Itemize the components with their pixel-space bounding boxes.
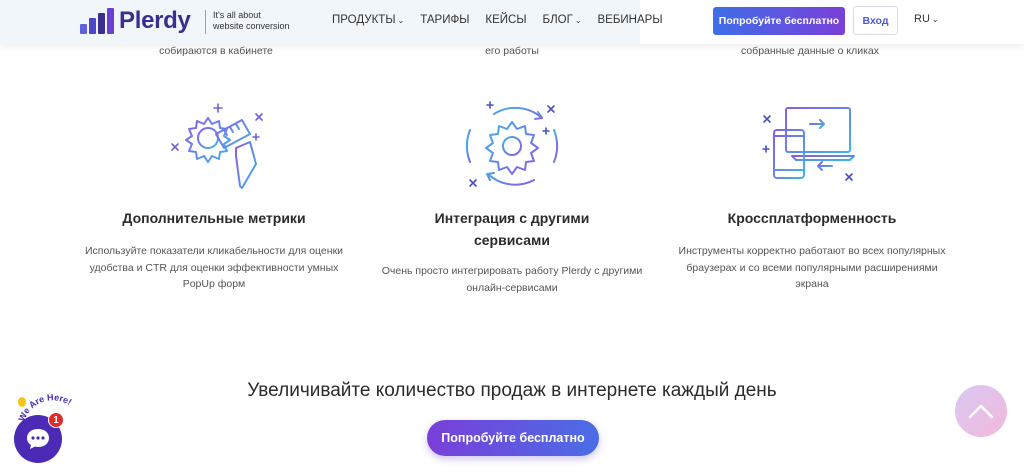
try-free-button[interactable]: Попробуйте бесплатно (713, 7, 845, 35)
feature-description-line: браузерах и со всеми популярными расшире… (686, 261, 938, 274)
feature-title: Кроссплатформенность (727, 210, 897, 226)
feature-description: Инструменты корректно работают во всех п… (662, 243, 962, 293)
nav-item-pricing[interactable]: ТАРИФЫ (420, 14, 469, 26)
chat-bubble-icon (27, 429, 49, 449)
feature-description-line: PopUp форм (182, 278, 246, 290)
feature-title-line: Интеграция с другими (434, 210, 590, 226)
feature-title: Дополнительные метрики (122, 210, 306, 226)
nav-item-label: ПРОДУКТЫ (332, 14, 396, 26)
site-header: Plerdy It's all about website conversion… (0, 0, 1024, 44)
feature-description: Очень просто интегрировать работу Plerdy… (362, 263, 662, 296)
login-button[interactable]: Вход (853, 6, 898, 35)
feature-description-line: удобства и CTR для оценки эффективности … (89, 261, 339, 274)
tagline-line-1: It's all about (213, 10, 261, 20)
feature-description: Используйте показатели кликабельности дл… (66, 243, 362, 293)
waving-hand-icon (18, 397, 26, 407)
gear-ruler-pencil-icon (171, 103, 263, 189)
previous-row-caption: собираются в кабинете (159, 45, 273, 57)
try-free-button-bottom[interactable]: Попробуйте бесплатно (427, 420, 599, 456)
previous-row-caption: его работы (485, 45, 539, 57)
feature-title-line: сервисами (473, 232, 551, 248)
feature-description-line: онлайн-сервисами (466, 281, 558, 294)
language-selector[interactable]: RU ⌄ (914, 13, 939, 25)
chevron-down-icon: ⌄ (397, 15, 405, 25)
chat-notification-badge: 1 (48, 412, 64, 428)
plerdy-logo-icon (80, 8, 114, 34)
nav-item-products[interactable]: ПРОДУКТЫ ⌄ (332, 14, 404, 26)
logo-text: Plerdy (119, 7, 191, 34)
previous-row-caption: собранные данные о кликах (740, 45, 880, 57)
tagline-line-2: website conversion (213, 21, 290, 31)
scroll-to-top-button[interactable] (955, 385, 1007, 437)
nav-item-label: БЛОГ (542, 14, 573, 26)
feature-title: Интеграция с другими сервисами (362, 207, 662, 251)
nav-item-label: ВЕБИНАРЫ (597, 14, 663, 26)
feature-description-line: Используйте показатели кликабельности дл… (84, 245, 344, 257)
nav-item-label: ТАРИФЫ (420, 14, 470, 26)
nav-item-webinars[interactable]: ВЕБИНАРЫ (598, 14, 663, 26)
logo[interactable]: Plerdy (80, 7, 191, 35)
logo-divider (205, 10, 206, 34)
devices-icon (762, 107, 855, 181)
chevron-up-icon (968, 404, 994, 419)
feature-description-line: Инструменты корректно работают во всех п… (678, 245, 946, 257)
nav-item-label: КЕЙСЫ (485, 14, 527, 26)
tagline: It's all about website conversion (213, 10, 303, 32)
nav-item-blog[interactable]: БЛОГ ⌄ (543, 14, 582, 26)
language-label: RU (914, 13, 930, 25)
main-nav: ПРОДУКТЫ ⌄ ТАРИФЫ КЕЙСЫ БЛОГ ⌄ ВЕБИНАРЫ (332, 14, 679, 26)
chevron-down-icon: ⌄ (931, 15, 939, 24)
gear-sync-icon (465, 101, 559, 187)
feature-description-line: экрана (795, 278, 829, 290)
chevron-down-icon: ⌄ (574, 15, 582, 25)
nav-item-cases[interactable]: КЕЙСЫ (485, 14, 526, 26)
feature-description-line: Очень просто интегрировать работу Plerdy… (381, 265, 643, 277)
sales-slogan: Увеличивайте количество продаж в интерне… (247, 380, 777, 401)
